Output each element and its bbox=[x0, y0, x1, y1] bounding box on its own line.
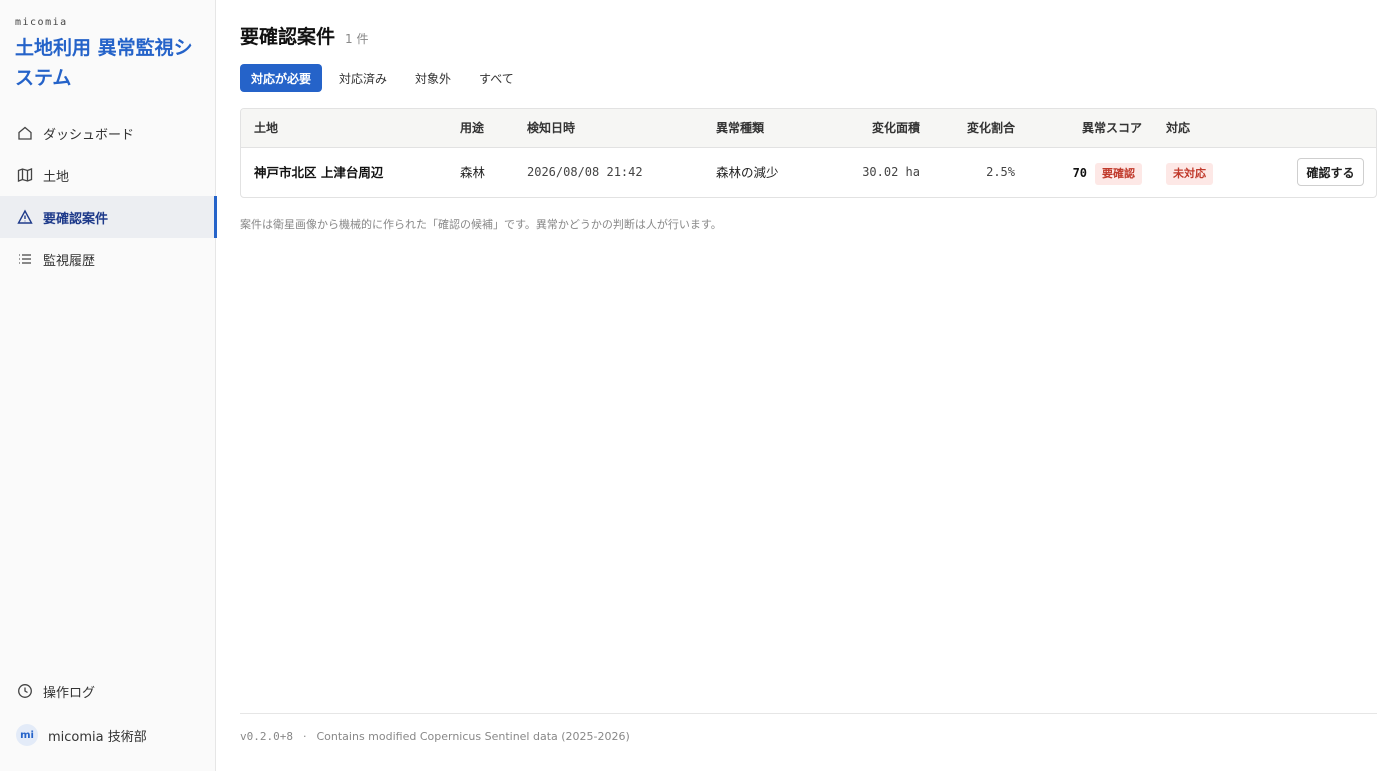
app-title: 土地利用 異常監視システム bbox=[15, 37, 193, 89]
cell-area: 30.02 ha bbox=[862, 165, 920, 179]
cases-table: 土地 用途 検知日時 異常種類 変化面積 変化割合 異常スコア 対応 神戸市北区… bbox=[240, 108, 1377, 198]
clock-icon bbox=[16, 682, 34, 700]
status-badge: 未対応 bbox=[1166, 163, 1213, 185]
user-name: micomia 技術部 bbox=[48, 729, 147, 745]
sidebar-item-label: ダッシュボード bbox=[43, 127, 135, 143]
main-content: 要確認案件 1 件 対応が必要 対応済み 対象外 すべて 土地 用途 検知日時 … bbox=[240, 0, 1377, 771]
column-header-ratio[interactable]: 変化割合 bbox=[941, 109, 1015, 148]
brand-small-label: micomia bbox=[15, 17, 68, 28]
status-tabs: 対応が必要 対応済み 対象外 すべて bbox=[240, 64, 531, 92]
cell-detected-at: 2026/08/08 21:42 bbox=[527, 165, 643, 179]
sidebar-item-monitoring-history[interactable]: 監視履歴 bbox=[0, 238, 216, 280]
cell-land[interactable]: 神戸市北区 上津台周辺 bbox=[254, 148, 383, 197]
sidebar-item-label: 監視履歴 bbox=[43, 253, 96, 269]
tab-needs-action[interactable]: 対応が必要 bbox=[240, 64, 323, 92]
disclaimer-note: 案件は衛星画像から機械的に作られた「確認の候補」です。異常かどうかの判断は人が行… bbox=[240, 218, 722, 231]
page-title: 要確認案件 bbox=[240, 26, 336, 48]
sidebar: micomia 土地利用 異常監視システム ダッシュボード 土地 要確認案件 監… bbox=[0, 0, 217, 771]
case-count: 1 件 bbox=[345, 32, 369, 46]
score-value: 70 bbox=[1072, 166, 1088, 180]
score-badge: 要確認 bbox=[1095, 163, 1142, 185]
cell-usage: 森林 bbox=[460, 165, 486, 180]
tab-handled[interactable]: 対応済み bbox=[328, 64, 398, 92]
sidebar-nav: ダッシュボード 土地 要確認案件 監視履歴 bbox=[0, 112, 217, 280]
sidebar-footer: 操作ログ mi micomia 技術部 bbox=[0, 670, 216, 758]
cell-status: 未対応 bbox=[1166, 148, 1213, 197]
cell-score: 70 要確認 bbox=[1041, 148, 1142, 197]
page-header: 要確認案件 1 件 bbox=[240, 22, 368, 49]
column-header-detected-at[interactable]: 検知日時 bbox=[527, 109, 575, 148]
column-header-area[interactable]: 変化面積 bbox=[841, 109, 920, 148]
cell-ratio: 2.5% bbox=[986, 165, 1015, 179]
avatar: mi bbox=[16, 724, 38, 746]
data-attribution: Contains modified Copernicus Sentinel da… bbox=[316, 730, 630, 743]
tab-out-of-scope[interactable]: 対象外 bbox=[404, 64, 462, 92]
table-header: 土地 用途 検知日時 異常種類 変化面積 変化割合 異常スコア 対応 bbox=[241, 109, 1376, 148]
column-header-land[interactable]: 土地 bbox=[254, 109, 278, 148]
footer-separator: · bbox=[302, 730, 307, 743]
sidebar-item-review-cases[interactable]: 要確認案件 bbox=[0, 196, 217, 238]
sidebar-item-operation-log[interactable]: 操作ログ bbox=[0, 670, 216, 712]
table-row[interactable]: 神戸市北区 上津台周辺 森林 2026/08/08 21:42 森林の減少 30… bbox=[241, 148, 1376, 197]
cell-anomaly-type: 森林の減少 bbox=[716, 165, 779, 180]
column-header-usage[interactable]: 用途 bbox=[460, 109, 484, 148]
version-label: v0.2.0+8 bbox=[240, 730, 293, 743]
sidebar-item-label: 土地 bbox=[43, 169, 70, 185]
home-icon bbox=[16, 124, 34, 142]
tab-all[interactable]: すべて bbox=[468, 64, 525, 92]
sidebar-item-dashboard[interactable]: ダッシュボード bbox=[0, 112, 216, 154]
alert-triangle-icon bbox=[16, 208, 34, 226]
confirm-button[interactable]: 確認する bbox=[1297, 158, 1364, 186]
sidebar-item-land[interactable]: 土地 bbox=[0, 154, 216, 196]
map-icon bbox=[16, 166, 34, 184]
column-header-status[interactable]: 対応 bbox=[1166, 109, 1190, 148]
sidebar-item-label: 要確認案件 bbox=[43, 211, 109, 227]
sidebar-item-label: 操作ログ bbox=[43, 685, 96, 701]
user-menu[interactable]: mi micomia 技術部 bbox=[0, 712, 216, 758]
column-header-anomaly-type[interactable]: 異常種類 bbox=[716, 109, 764, 148]
list-icon bbox=[16, 250, 34, 268]
column-header-score[interactable]: 異常スコア bbox=[1041, 109, 1142, 148]
footer: v0.2.0+8 · Contains modified Copernicus … bbox=[240, 713, 1377, 759]
